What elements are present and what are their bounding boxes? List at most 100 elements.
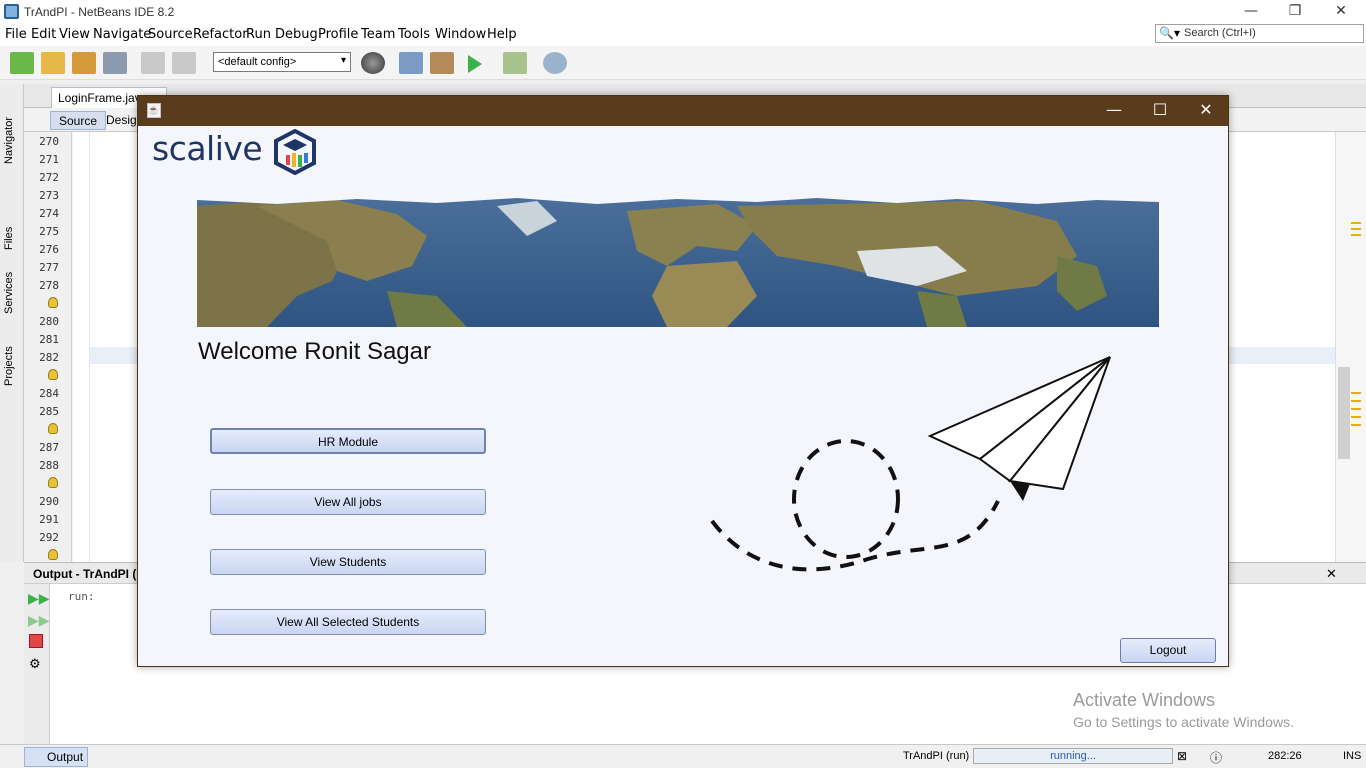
side-strip: Navigator Files Services Projects <box>0 84 24 562</box>
redo-icon[interactable] <box>172 52 196 74</box>
files-tab[interactable]: Files <box>3 227 15 250</box>
app-maximize-button[interactable]: ☐ <box>1137 96 1183 126</box>
line-number: 284 <box>39 387 59 400</box>
hint-bulb-icon[interactable] <box>48 369 58 380</box>
menu-file[interactable]: File <box>5 27 27 42</box>
line-number: 276 <box>39 243 59 256</box>
projects-tab[interactable]: Projects <box>3 346 15 386</box>
cancel-task-icon[interactable]: ⊠ <box>1177 749 1187 763</box>
line-number: 290 <box>39 495 59 508</box>
hint-bulb-icon[interactable] <box>48 297 58 308</box>
app-close-button[interactable]: ✕ <box>1183 96 1229 126</box>
line-number: 270 <box>39 135 59 148</box>
logout-button[interactable]: Logout <box>1120 638 1216 663</box>
close-icon[interactable]: ✕ <box>1326 566 1337 582</box>
clean-build-icon[interactable] <box>430 52 454 74</box>
new-file-icon[interactable] <box>10 52 34 74</box>
menu-run[interactable]: Run <box>246 27 271 42</box>
profile-icon[interactable] <box>543 52 567 74</box>
open-project-icon[interactable] <box>72 52 96 74</box>
error-stripe <box>1335 132 1366 562</box>
config-value: <default config> <box>218 56 297 68</box>
line-number-gutter: 270 271 272 273 274 275 276 277 278 280 … <box>24 132 72 562</box>
menu-refactor[interactable]: Refactor <box>193 27 248 42</box>
output-tab[interactable]: Output <box>24 747 88 767</box>
line-number: 287 <box>39 441 59 454</box>
build-icon[interactable] <box>399 52 423 74</box>
browser-icon[interactable] <box>361 52 385 74</box>
save-all-icon[interactable] <box>103 52 127 74</box>
line-number: 281 <box>39 333 59 346</box>
progress-text: running... <box>1050 750 1096 762</box>
output-title: Output - TrAndPI (r <box>33 567 141 581</box>
stop-icon[interactable] <box>29 634 43 648</box>
menu-source[interactable]: Source <box>148 27 193 42</box>
line-number: 272 <box>39 171 59 184</box>
activation-watermark-title: Activate Windows <box>1073 690 1216 710</box>
hint-bulb-icon[interactable] <box>48 549 58 560</box>
line-number: 273 <box>39 189 59 202</box>
app-minimize-button[interactable]: — <box>1091 96 1137 126</box>
search-icon: 🔍▾ <box>1159 26 1180 40</box>
minimize-button[interactable]: — <box>1228 0 1274 24</box>
hr-module-button[interactable]: HR Module <box>210 428 486 454</box>
activation-watermark-subtitle: Go to Settings to activate Windows. <box>1073 714 1294 730</box>
paper-plane-illustration <box>710 356 1111 572</box>
line-number: 291 <box>39 513 59 526</box>
rerun-icon[interactable]: ▶▶ <box>28 590 50 607</box>
window-titlebar: TrAndPI - NetBeans IDE 8.2 — ❐ ✕ <box>0 0 1366 24</box>
line-number: 282 <box>39 351 59 364</box>
hint-bulb-icon[interactable] <box>48 477 58 488</box>
console-text: run: <box>68 590 95 603</box>
app-content: scalive Welcome Ronit Sagar HR Module Vi… <box>138 126 1228 666</box>
menu-tools[interactable]: Tools <box>398 27 430 42</box>
output-toolbar: ▶▶ ▶▶ ⚙ <box>24 584 50 744</box>
menu-edit[interactable]: Edit <box>31 27 56 42</box>
settings-icon[interactable]: ⚙ <box>29 656 41 672</box>
scrollbar-thumb[interactable] <box>1338 367 1350 459</box>
world-map-banner <box>197 196 1159 327</box>
services-tab[interactable]: Services <box>3 272 15 314</box>
restore-button[interactable]: ❐ <box>1272 0 1318 24</box>
menu-team[interactable]: Team <box>361 27 395 42</box>
line-number: 277 <box>39 261 59 274</box>
view-selected-students-button[interactable]: View All Selected Students <box>210 609 486 635</box>
welcome-heading: Welcome Ronit Sagar <box>198 338 431 365</box>
menu-view[interactable]: View <box>59 27 90 42</box>
app-titlebar: ☕ — ☐ ✕ <box>138 96 1228 126</box>
line-number: 292 <box>39 531 59 544</box>
app-window: ☕ — ☐ ✕ scalive Welcome Ronit Sagar HR M… <box>137 95 1229 667</box>
view-students-button[interactable]: View Students <box>210 549 486 575</box>
menu-profile[interactable]: Profile <box>318 27 358 42</box>
menu-window[interactable]: Window <box>435 27 486 42</box>
close-button[interactable]: ✕ <box>1318 0 1364 24</box>
caret-position: 282:26 <box>1268 750 1302 762</box>
insert-mode: INS <box>1343 750 1362 762</box>
notifications-icon[interactable]: ⓘ <box>1210 749 1222 766</box>
hint-bulb-icon[interactable] <box>48 423 58 434</box>
java-icon: ☕ <box>147 103 161 118</box>
search-box[interactable]: 🔍▾ Search (Ctrl+I) <box>1155 24 1364 43</box>
view-all-jobs-button[interactable]: View All jobs <box>210 489 486 515</box>
progress-bar[interactable]: running... <box>973 748 1173 764</box>
new-project-icon[interactable] <box>41 52 65 74</box>
window-title: TrAndPI - NetBeans IDE 8.2 <box>24 5 175 19</box>
menu-debug[interactable]: Debug <box>275 27 318 42</box>
line-number: 274 <box>39 207 59 220</box>
navigator-tab[interactable]: Navigator <box>3 117 15 164</box>
menu-navigate[interactable]: Navigate <box>93 27 151 42</box>
line-number: 275 <box>39 225 59 238</box>
debug-icon[interactable] <box>503 52 527 74</box>
logo-text: scalive <box>152 129 263 168</box>
undo-icon[interactable] <box>141 52 165 74</box>
search-placeholder: Search (Ctrl+I) <box>1184 27 1256 39</box>
line-number: 280 <box>39 315 59 328</box>
toolbar <box>0 46 1366 80</box>
config-select[interactable]: <default config> ▾ <box>213 52 351 72</box>
netbeans-app-icon <box>4 4 19 19</box>
rerun-different-icon[interactable]: ▶▶ <box>28 612 50 629</box>
run-icon[interactable] <box>468 55 482 73</box>
status-project: TrAndPI (run) <box>903 750 970 762</box>
chevron-down-icon: ▾ <box>340 55 346 66</box>
menu-help[interactable]: Help <box>487 27 517 42</box>
